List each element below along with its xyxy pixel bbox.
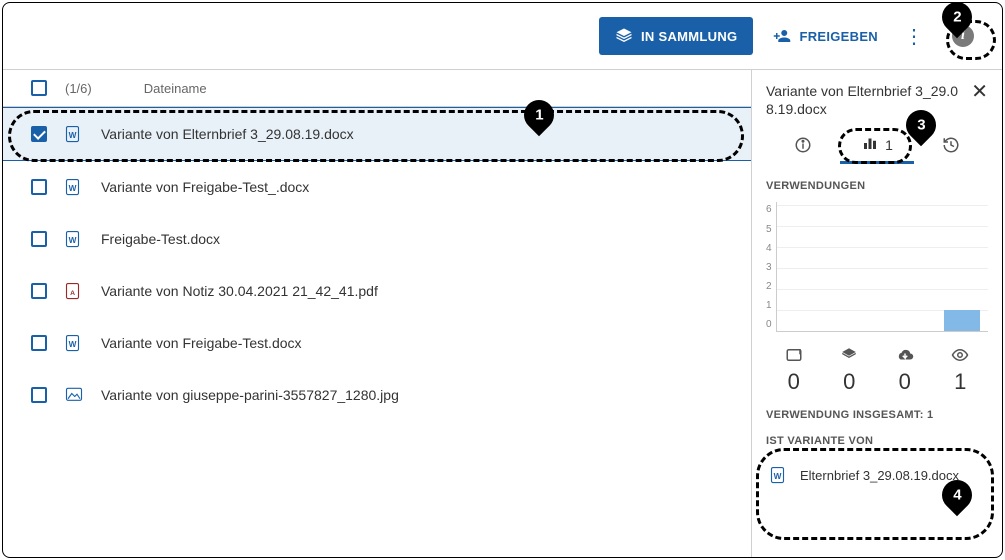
in-collection-button[interactable]: IN SAMMLUNG bbox=[599, 17, 753, 55]
stat-view-value: 1 bbox=[954, 369, 966, 395]
toolbar: IN SAMMLUNG FREIGEBEN ⋮ i bbox=[3, 3, 1002, 70]
file-name: Variante von Notiz 30.04.2021 21_42_41.p… bbox=[101, 283, 378, 299]
svg-text:A: A bbox=[70, 290, 75, 297]
stat-embed-value: 0 bbox=[788, 369, 800, 395]
details-panel: Variante von Elternbrief 3_29.08.19.docx… bbox=[752, 70, 1002, 557]
word-icon: W bbox=[770, 465, 788, 485]
row-checkbox[interactable] bbox=[31, 179, 47, 195]
svg-text:W: W bbox=[774, 472, 782, 481]
variant-of-row[interactable]: W Elternbrief 3_29.08.19.docx bbox=[766, 457, 988, 489]
share-label: FREIGEBEN bbox=[799, 29, 878, 44]
file-name: Variante von Freigabe-Test_.docx bbox=[101, 179, 309, 195]
info-button[interactable]: i bbox=[952, 25, 974, 47]
row-checkbox[interactable] bbox=[31, 126, 47, 142]
total-usage-label: VERWENDUNG INSGESAMT: 1 bbox=[766, 409, 988, 421]
info-outline-icon bbox=[794, 136, 812, 157]
history-icon bbox=[942, 136, 960, 157]
file-name: Variante von Elternbrief 3_29.08.19.docx bbox=[101, 126, 354, 142]
word-icon: W bbox=[65, 124, 83, 144]
word-icon: W bbox=[65, 333, 83, 353]
stat-download-value: 0 bbox=[899, 369, 911, 395]
in-collection-label: IN SAMMLUNG bbox=[641, 29, 737, 44]
stat-row: 0 0 0 1 bbox=[766, 346, 988, 395]
panel-titlebar: Variante von Elternbrief 3_29.08.19.docx… bbox=[766, 82, 988, 118]
file-row[interactable]: W Freigabe-Test.docx bbox=[3, 213, 751, 265]
layers-icon bbox=[615, 27, 633, 45]
row-checkbox[interactable] bbox=[31, 387, 47, 403]
pdf-icon: A bbox=[65, 281, 83, 301]
layers-icon bbox=[840, 346, 858, 367]
svg-text:W: W bbox=[69, 131, 77, 140]
app-frame: IN SAMMLUNG FREIGEBEN ⋮ i (1/6) Dateinam… bbox=[2, 2, 1003, 558]
tab-history[interactable] bbox=[914, 130, 988, 163]
file-row[interactable]: Variante von giuseppe-parini-3557827_128… bbox=[3, 369, 751, 421]
stat-download: 0 bbox=[877, 346, 933, 395]
row-checkbox[interactable] bbox=[31, 231, 47, 247]
share-button[interactable]: FREIGEBEN bbox=[769, 17, 882, 55]
file-list-pane: (1/6) Dateiname W Variante von Elternbri… bbox=[3, 70, 752, 557]
usage-label: VERWENDUNGEN bbox=[766, 180, 988, 192]
word-icon: W bbox=[65, 177, 83, 197]
file-list-header: (1/6) Dateiname bbox=[3, 70, 751, 107]
chart-plot bbox=[776, 202, 988, 332]
svg-text:W: W bbox=[69, 184, 77, 193]
close-panel-button[interactable]: ✕ bbox=[971, 82, 988, 102]
more-menu-button[interactable]: ⋮ bbox=[898, 24, 930, 49]
eye-icon bbox=[950, 346, 970, 367]
panel-title: Variante von Elternbrief 3_29.08.19.docx bbox=[766, 82, 966, 118]
panel-tabs: 1 bbox=[766, 128, 988, 166]
file-row[interactable]: W Variante von Freigabe-Test_.docx bbox=[3, 161, 751, 213]
row-checkbox[interactable] bbox=[31, 283, 47, 299]
select-all-checkbox[interactable] bbox=[31, 80, 47, 96]
svg-text:W: W bbox=[69, 236, 77, 245]
word-icon: W bbox=[65, 229, 83, 249]
file-name: Variante von Freigabe-Test.docx bbox=[101, 335, 302, 351]
tab-stats[interactable]: 1 bbox=[840, 128, 914, 164]
chart-bar bbox=[944, 310, 980, 332]
is-variant-label: IST VARIANTE VON bbox=[766, 435, 988, 447]
cloud-download-icon bbox=[896, 346, 914, 367]
variant-file-name: Elternbrief 3_29.08.19.docx bbox=[800, 468, 959, 483]
selection-count: (1/6) bbox=[65, 81, 92, 96]
image-icon bbox=[65, 385, 83, 405]
stat-embed: 0 bbox=[766, 346, 822, 395]
person-add-icon bbox=[773, 27, 791, 45]
file-row[interactable]: W Variante von Elternbrief 3_29.08.19.do… bbox=[3, 107, 751, 161]
embed-icon bbox=[785, 346, 803, 367]
svg-text:W: W bbox=[69, 340, 77, 349]
stat-collection-value: 0 bbox=[843, 369, 855, 395]
row-checkbox[interactable] bbox=[31, 335, 47, 351]
chart-y-axis: 6543210 bbox=[766, 202, 772, 332]
file-name: Variante von giuseppe-parini-3557827_128… bbox=[101, 387, 399, 403]
stat-collection: 0 bbox=[822, 346, 878, 395]
tab-info[interactable] bbox=[766, 130, 840, 163]
file-row[interactable]: W Variante von Freigabe-Test.docx bbox=[3, 317, 751, 369]
stat-view: 1 bbox=[933, 346, 989, 395]
column-filename: Dateiname bbox=[144, 81, 207, 96]
bar-chart-icon bbox=[861, 134, 879, 155]
file-row[interactable]: A Variante von Notiz 30.04.2021 21_42_41… bbox=[3, 265, 751, 317]
usage-chart: 6543210 bbox=[766, 202, 988, 332]
file-name: Freigabe-Test.docx bbox=[101, 231, 220, 247]
tab-stats-count: 1 bbox=[885, 137, 893, 153]
content-area: (1/6) Dateiname W Variante von Elternbri… bbox=[3, 70, 1002, 557]
